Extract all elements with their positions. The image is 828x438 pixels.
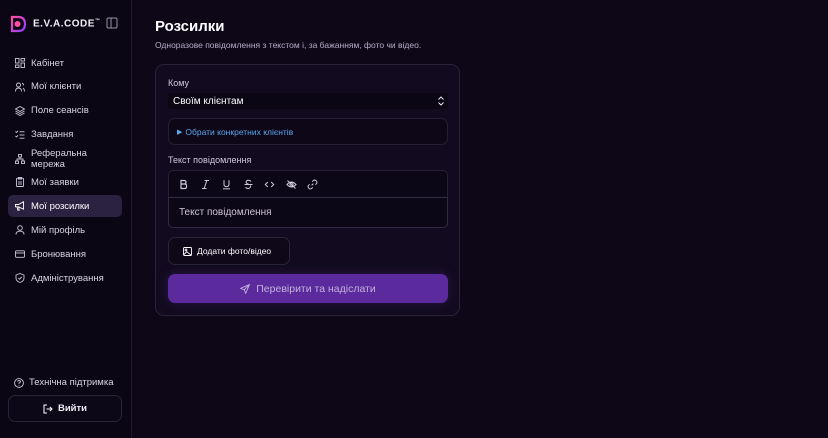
list-checks-icon [15, 130, 25, 139]
sidebar-item-cabinet[interactable]: Кабінет [8, 52, 122, 74]
bold-icon [180, 179, 188, 189]
editor-toolbar [168, 170, 448, 197]
strikethrough-button[interactable] [243, 179, 254, 190]
sidebar-item-sessions[interactable]: Поле сеансів [8, 100, 122, 122]
message-editor[interactable]: Текст повідомлення [168, 197, 448, 228]
message-label: Текст повідомлення [168, 155, 252, 165]
send-icon [240, 283, 251, 294]
check-and-send-button[interactable]: Перевірити та надіслати [168, 274, 448, 303]
brand-name: E.V.A.CODE™ [33, 18, 101, 30]
card-icon [15, 250, 25, 258]
dashboard-icon [15, 58, 25, 68]
italic-icon [201, 179, 209, 189]
brand-logo-icon [10, 15, 27, 33]
chevron-up-down-icon [438, 96, 444, 106]
add-media-label: Додати фото/відео [197, 246, 272, 256]
bold-button[interactable] [178, 179, 189, 190]
shield-icon [15, 273, 25, 283]
recipient-label: Кому [168, 78, 190, 88]
brand[interactable]: E.V.A.CODE™ [8, 12, 100, 36]
message-placeholder: Текст повідомлення [179, 207, 272, 218]
sidebar-item-label: Мій профіль [31, 224, 86, 236]
sidebar-item-label: Завдання [31, 129, 74, 141]
sidebar-item-label: Кабінет [31, 57, 64, 69]
eye-off-icon [285, 179, 297, 189]
logout-button[interactable]: Вийти [8, 395, 122, 422]
underline-icon [223, 179, 230, 189]
code-button[interactable] [264, 179, 275, 190]
recipient-value: Своїм клієнтам [173, 95, 244, 107]
check-and-send-label: Перевірити та надіслати [256, 282, 376, 295]
sidebar-item-label: Адміністрування [31, 272, 104, 284]
sidebar-item-label: Мої клієнти [31, 81, 82, 93]
sidebar-item-admin[interactable]: Адміністрування [8, 267, 122, 289]
network-icon [15, 153, 25, 164]
logout-icon [43, 404, 53, 413]
triangle-right-icon: ▶ [177, 128, 183, 136]
strikethrough-icon [244, 179, 252, 189]
spoiler-button[interactable] [285, 179, 297, 190]
app-root: E.V.A.CODE™ Кабінет Мої клієнти Поле сеа… [0, 0, 828, 438]
help-circle-icon [14, 377, 24, 388]
clipboard-icon [16, 177, 24, 188]
code-icon [264, 181, 275, 187]
recipient-select[interactable]: Своїм клієнтам [168, 93, 448, 109]
sidebar: E.V.A.CODE™ Кабінет Мої клієнти Поле сеа… [0, 0, 132, 438]
image-icon [183, 246, 192, 256]
main-content: Розсилки Одноразове повідомлення з текст… [133, 0, 828, 438]
sidebar-item-requests[interactable]: Мої заявки [8, 171, 122, 193]
pick-clients-label: Обрати конкретних клієнтів [185, 126, 294, 137]
sidebar-item-label: Мої розсилки [31, 200, 90, 212]
sidebar-item-label: Реферальна мережа [31, 147, 87, 170]
sidebar-item-profile[interactable]: Мій профіль [8, 219, 122, 241]
support-link[interactable]: Технічна підтримка [14, 377, 114, 388]
link-button[interactable] [307, 179, 318, 190]
user-icon [15, 225, 25, 235]
layers-icon [15, 105, 25, 116]
sidebar-item-tasks[interactable]: Завдання [8, 124, 122, 146]
logout-label: Вийти [57, 403, 88, 414]
users-icon [15, 82, 25, 92]
support-label: Технічна підтримка [29, 377, 114, 388]
italic-button[interactable] [200, 179, 211, 190]
sidebar-item-label: Поле сеансів [31, 105, 89, 117]
page-title: Розсилки [155, 18, 225, 35]
sidebar-item-label: Бронювання [31, 248, 87, 260]
sidebar-item-referral[interactable]: Реферальна мережа [8, 148, 122, 170]
sidebar-nav: Кабінет Мої клієнти Поле сеансів Завданн… [8, 52, 122, 291]
sidebar-item-label: Мої заявки [31, 176, 79, 188]
page-subtitle: Одноразове повідомлення з текстом і, за … [155, 40, 422, 50]
underline-button[interactable] [221, 179, 232, 190]
pick-clients-toggle[interactable]: ▶ Обрати конкретних клієнтів [168, 118, 448, 145]
collapse-sidebar-icon[interactable] [106, 17, 118, 29]
sidebar-item-booking[interactable]: Бронювання [8, 243, 122, 265]
sidebar-item-clients[interactable]: Мої клієнти [8, 76, 122, 98]
link-icon [307, 179, 318, 189]
mailing-form-card: Кому Своїм клієнтам ▶ Обрати конкретних … [155, 64, 460, 316]
add-media-button[interactable]: Додати фото/відео [168, 237, 290, 265]
megaphone-icon [15, 201, 24, 211]
sidebar-item-mailings[interactable]: Мої розсилки [8, 195, 122, 218]
